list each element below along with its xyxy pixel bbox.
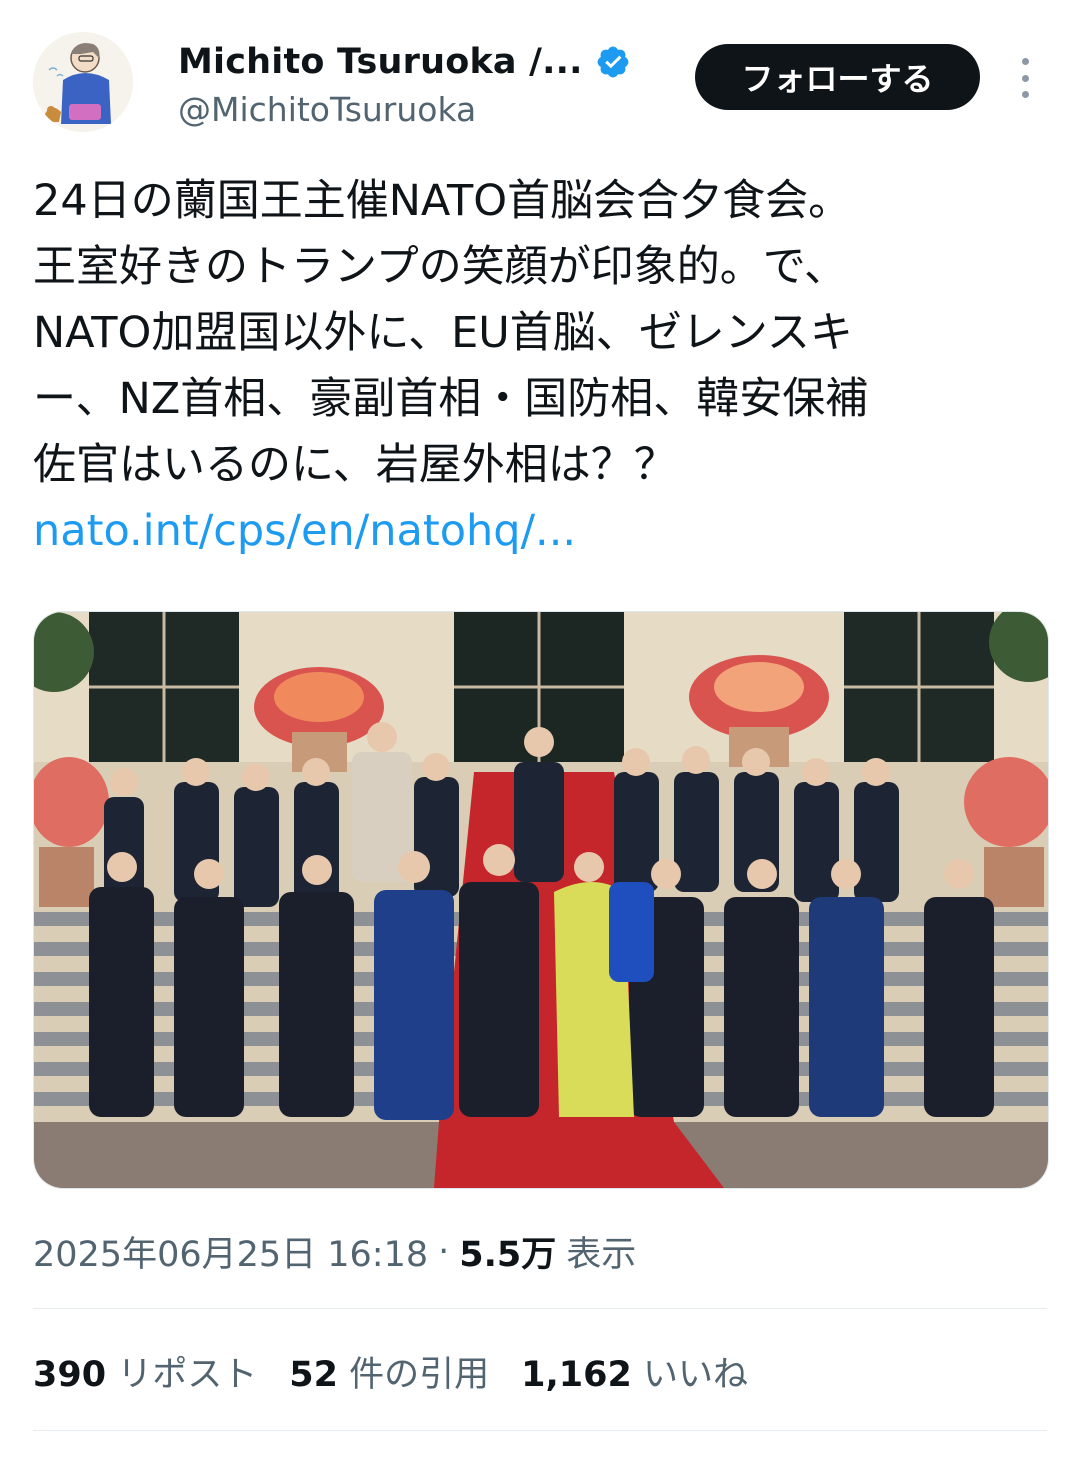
author-display-name[interactable]: Michito Tsuruoka /... (178, 42, 583, 82)
tweet-text-line: ー、NZ首相、豪副首相・国防相、韓安保補 (33, 374, 869, 424)
reposts-count: 390 (33, 1355, 107, 1395)
views-count: 5.5万 (459, 1235, 557, 1275)
more-options-icon[interactable] (1008, 58, 1042, 98)
avatar[interactable] (33, 32, 133, 132)
tweet-timestamp[interactable]: 2025年06月25日 16:18 (33, 1226, 428, 1277)
divider (33, 1430, 1047, 1431)
tweet-text-line: 24日の蘭国王主催NATO首脳会合夕食会。 (33, 176, 852, 226)
likes-count: 1,162 (521, 1355, 632, 1395)
avatar-illustration (33, 32, 133, 132)
quotes-count: 52 (289, 1355, 338, 1395)
follow-button[interactable]: フォローする (695, 44, 980, 110)
verified-badge-icon (595, 44, 631, 80)
group-photo-image (34, 612, 1048, 1188)
likes-stat[interactable]: 1,162 いいね (521, 1346, 748, 1397)
tweet-text-line: 佐官はいるのに、岩屋外相は？？ (33, 440, 677, 490)
reposts-label: リポスト (117, 1355, 258, 1395)
views-label: 表示 (566, 1235, 637, 1275)
tweet-photo[interactable] (33, 611, 1049, 1189)
author-handle[interactable]: @MichitoTsuruoka (178, 90, 476, 129)
tweet-text-line: NATO加盟国以外に、EU首脳、ゼレンスキ (33, 308, 853, 358)
quotes-stat[interactable]: 52 件の引用 (289, 1346, 489, 1397)
divider (33, 1308, 1047, 1309)
meta-separator: · (438, 1231, 450, 1272)
engagement-stats: 390 リポスト 52 件の引用 1,162 いいね (33, 1346, 748, 1397)
tweet-text-line: 王室好きのトランプの笑顔が印象的。で、 (33, 242, 847, 292)
tweet-text: 24日の蘭国王主催NATO首脳会合夕食会。 王室好きのトランプの笑顔が印象的。で… (33, 168, 1043, 498)
tweet-link[interactable]: nato.int/cps/en/natohq/... (33, 498, 576, 564)
author-name-row[interactable]: Michito Tsuruoka /... (178, 38, 631, 86)
likes-label: いいね (642, 1355, 748, 1395)
reposts-stat[interactable]: 390 リポスト (33, 1346, 257, 1397)
tweet-meta: 2025年06月25日 16:18 · 5.5万 表示 (33, 1226, 636, 1277)
quotes-label: 件の引用 (349, 1355, 490, 1395)
